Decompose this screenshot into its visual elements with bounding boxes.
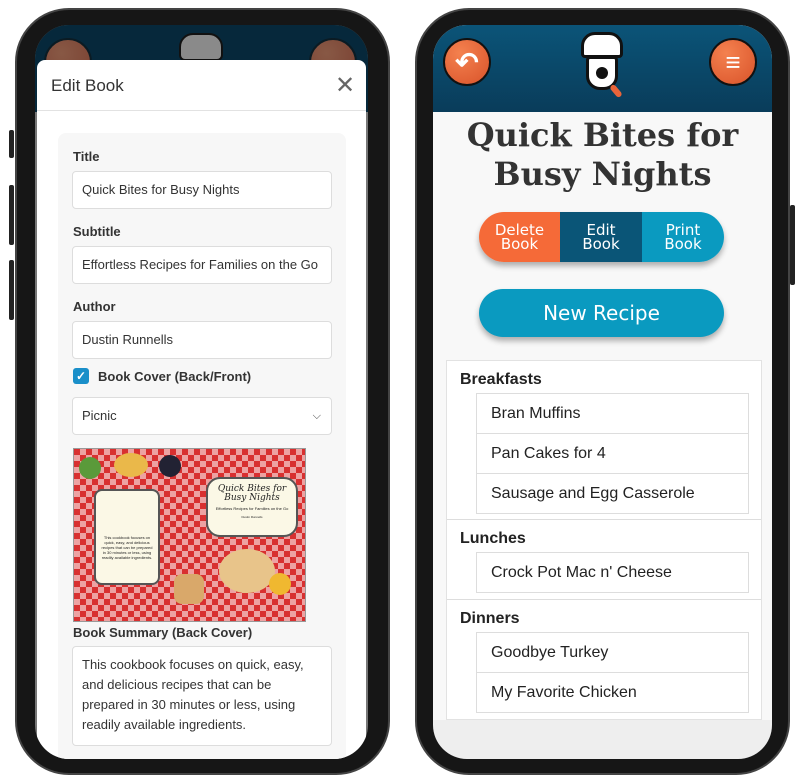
menu-button[interactable]: ≡: [709, 38, 757, 86]
title-input[interactable]: Quick Bites for Busy Nights: [72, 171, 332, 209]
logo-dimmed: [179, 33, 223, 61]
recipe-item[interactable]: My Favorite Chicken: [477, 673, 748, 713]
author-label: Author: [73, 299, 116, 314]
screen-left: Edit Book ✕ Title Quick Bites for Busy N…: [35, 25, 368, 759]
back-button[interactable]: ↶: [443, 38, 491, 86]
print-book-button[interactable]: Print Book: [642, 212, 724, 262]
phone-frame-right: ↶ ≡ Quick Bites for Busy Nights Delete B…: [415, 8, 795, 775]
book-content: Quick Bites for Busy Nights Delete Book …: [433, 112, 772, 720]
summary-label: Book Summary (Back Cover): [73, 625, 253, 640]
close-icon[interactable]: ✕: [335, 71, 355, 99]
edit-book-modal: Edit Book ✕ Title Quick Bites for Busy N…: [37, 60, 366, 759]
recipe-list: Breakfasts Bran Muffins Pan Cakes for 4 …: [446, 360, 762, 720]
recipe-item[interactable]: Crock Pot Mac n' Cheese: [477, 553, 748, 593]
recipe-item[interactable]: Pan Cakes for 4: [477, 434, 748, 474]
cover-theme-value: Picnic: [82, 408, 117, 423]
recipe-item[interactable]: Bran Muffins: [477, 394, 748, 434]
delete-book-button[interactable]: Delete Book: [479, 212, 560, 262]
cover-back-text: This cookbook focuses on quick, easy, an…: [94, 489, 160, 585]
phone-frame-left: Edit Book ✕ Title Quick Bites for Busy N…: [9, 8, 390, 775]
cover-checkbox-label: Book Cover (Back/Front): [98, 369, 252, 384]
section-lunches: Lunches: [460, 530, 526, 547]
edit-book-button[interactable]: Edit Book: [560, 212, 642, 262]
edit-book-form: Title Quick Bites for Busy Nights Subtit…: [58, 133, 346, 759]
section-dinners: Dinners: [460, 610, 520, 627]
hamburger-menu-icon: ≡: [725, 46, 741, 77]
cover-front-panel: Quick Bites for Busy Nights Effortless R…: [206, 477, 298, 537]
subtitle-label: Subtitle: [73, 224, 121, 239]
title-label: Title: [73, 149, 100, 164]
book-title: Quick Bites for Busy Nights: [466, 116, 739, 193]
cover-checkbox[interactable]: ✓: [73, 368, 89, 384]
modal-title: Edit Book: [51, 76, 124, 95]
summary-textarea[interactable]: This cookbook focuses on quick, easy, an…: [72, 646, 332, 746]
book-actions-group: Delete Book Edit Book Print Book: [479, 212, 724, 262]
subtitle-input[interactable]: Effortless Recipes for Families on the G…: [72, 246, 332, 284]
chevron-down-icon: ⌵: [312, 410, 321, 422]
cover-theme-select[interactable]: Picnic ⌵: [72, 397, 332, 435]
book-cover-preview: This cookbook focuses on quick, easy, an…: [73, 448, 306, 622]
recipe-item[interactable]: Sausage and Egg Casserole: [477, 474, 748, 514]
screen-right: ↶ ≡ Quick Bites for Busy Nights Delete B…: [433, 25, 772, 759]
section-breakfasts: Breakfasts: [460, 371, 542, 388]
new-recipe-button[interactable]: New Recipe: [479, 289, 724, 337]
author-input[interactable]: Dustin Runnells: [72, 321, 332, 359]
back-arrow-icon: ↶: [455, 46, 479, 78]
chef-eye-logo: [579, 30, 625, 100]
recipe-item[interactable]: Goodbye Turkey: [477, 633, 748, 673]
